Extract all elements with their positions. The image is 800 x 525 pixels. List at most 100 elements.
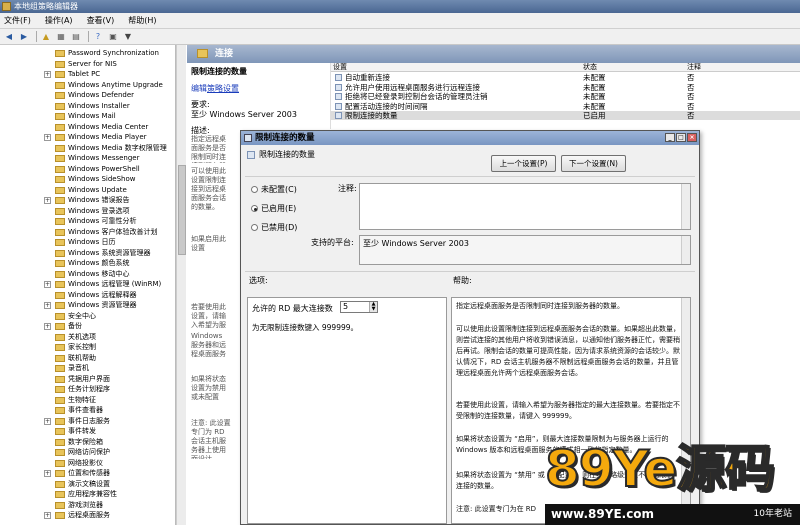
expand-icon[interactable]: + — [44, 134, 51, 141]
tree-item[interactable]: 任务计划程序 — [0, 384, 175, 395]
menu-help[interactable]: 帮助(H) — [128, 15, 156, 26]
radio-enabled[interactable]: 已启用(E) — [251, 204, 296, 214]
tree-item[interactable]: Windows Mail — [0, 111, 175, 122]
expand-icon[interactable]: + — [44, 302, 51, 309]
window-title: 本地组策略编辑器 — [14, 2, 78, 11]
tree-item[interactable]: Windows Anytime Upgrade — [0, 80, 175, 91]
tree-item[interactable]: + Windows 远程管理 (WinRM) — [0, 279, 175, 290]
previous-setting-button[interactable]: 上一个设置(P) — [491, 155, 556, 172]
expand-icon[interactable]: + — [44, 470, 51, 477]
tree-item[interactable]: 凭据用户界面 — [0, 374, 175, 385]
max-connections-spinbox[interactable]: 5 ▲ ▼ — [340, 301, 378, 313]
up-icon[interactable]: ▲ — [40, 31, 52, 42]
description-text: 指定远程桌面服务是否限制同时连接到服务器的数量。 — [191, 135, 226, 163]
folder-icon — [55, 113, 65, 120]
tree-item[interactable]: Windows Update — [0, 185, 175, 196]
tree-item[interactable]: 应用程序兼容性 — [0, 489, 175, 500]
tree-item[interactable]: Windows 远程解释器 — [0, 290, 175, 301]
expand-icon[interactable]: + — [44, 281, 51, 288]
tree-scrollbar-thumb[interactable] — [178, 165, 186, 255]
tree-item[interactable]: + Windows 资源管理器 — [0, 300, 175, 311]
back-icon[interactable]: ◀ — [3, 31, 15, 42]
tree-item[interactable]: 安全中心 — [0, 311, 175, 322]
maximize-icon[interactable]: □ — [676, 133, 686, 142]
tree-item[interactable]: 生物特征 — [0, 395, 175, 406]
spin-arrows-icon[interactable]: ▲ ▼ — [369, 302, 377, 312]
expand-icon[interactable]: + — [44, 512, 51, 519]
tree-item[interactable]: 演示文稿设置 — [0, 479, 175, 490]
tree-item[interactable]: Password Synchronization — [0, 48, 175, 59]
comment-textarea[interactable] — [359, 183, 691, 230]
tree-item[interactable]: 数字保险箱 — [0, 437, 175, 448]
comment-scrollbar[interactable] — [681, 184, 690, 229]
tree-item[interactable]: Windows PowerShell — [0, 164, 175, 175]
radio-not-configured[interactable]: 未配置(C) — [251, 185, 297, 195]
show-hide-tree-icon[interactable]: ▦ — [55, 31, 67, 42]
radio-dot — [251, 186, 258, 193]
tree-item[interactable]: 事件查看器 — [0, 405, 175, 416]
tree-item[interactable]: Windows 可靠性分析 — [0, 216, 175, 227]
tree-item[interactable]: + 事件日志服务 — [0, 416, 175, 427]
column-comment[interactable]: 注释 — [687, 63, 701, 72]
column-setting[interactable]: 设置 — [333, 63, 347, 72]
tree-item[interactable]: Windows 系统资源管理器 — [0, 248, 175, 259]
list-row[interactable]: 配置活动连接的时间间隔 未配置 否 — [331, 102, 800, 111]
properties-icon[interactable]: ▣ — [107, 31, 119, 42]
edit-policy-link[interactable]: 策略设置 — [207, 84, 239, 93]
expand-icon[interactable]: + — [44, 197, 51, 204]
menu-file[interactable]: 文件(F) — [4, 15, 31, 26]
supported-scrollbar[interactable] — [681, 236, 690, 264]
expand-icon[interactable]: + — [44, 71, 51, 78]
tree-item[interactable]: + Windows Media Player — [0, 132, 175, 143]
tree-item-label: Windows Installer — [68, 101, 130, 110]
tree-item[interactable]: Windows 颜色系统 — [0, 258, 175, 269]
expand-icon[interactable]: + — [44, 323, 51, 330]
close-icon[interactable]: × — [687, 133, 697, 142]
tree-item[interactable]: Windows Defender — [0, 90, 175, 101]
export-icon[interactable]: ▤ — [70, 31, 82, 42]
tree-item[interactable]: + 位置和传感器 — [0, 468, 175, 479]
tree-item[interactable]: Windows Media Center — [0, 122, 175, 133]
tree-item[interactable]: Windows SideShow — [0, 174, 175, 185]
tree-item[interactable]: 关机选项 — [0, 332, 175, 343]
list-row[interactable]: 自动重新连接 未配置 否 — [331, 73, 800, 82]
filter-icon[interactable]: ▼ — [122, 31, 134, 42]
tree-item[interactable]: Server for NIS — [0, 59, 175, 70]
tree-item[interactable]: 事件转发 — [0, 426, 175, 437]
expand-icon[interactable]: + — [44, 417, 51, 425]
tree-item[interactable]: Windows Media 数字权限管理 — [0, 143, 175, 154]
tree-item[interactable]: Windows 客户体验改善计划 — [0, 227, 175, 238]
tree-item[interactable]: Windows 登录选项 — [0, 206, 175, 217]
tree-item-label: Windows Media Player — [68, 133, 147, 141]
help-scrollbar[interactable] — [681, 298, 690, 523]
tree-item[interactable]: 家长控制 — [0, 342, 175, 353]
menu-view[interactable]: 查看(V) — [87, 15, 115, 26]
menu-action[interactable]: 操作(A) — [45, 15, 73, 26]
radio-disabled[interactable]: 已禁用(D) — [251, 223, 297, 233]
list-row[interactable]: 允许用户使用远程桌面服务进行远程连接 未配置 否 — [331, 83, 800, 92]
tree-scrollbar[interactable] — [176, 45, 186, 525]
setting-state: 未配置 — [583, 82, 606, 92]
list-row[interactable]: 拒绝将已经登录到控制台会话的管理员注销 未配置 否 — [331, 92, 800, 101]
tree-item[interactable]: + Tablet PC — [0, 69, 175, 80]
forward-icon[interactable]: ▶ — [18, 31, 30, 42]
tree-item[interactable]: Windows 日历 — [0, 237, 175, 248]
minimize-icon[interactable]: _ — [665, 133, 675, 142]
tree-item[interactable]: + 远程桌面服务 — [0, 510, 175, 521]
next-setting-button[interactable]: 下一个设置(N) — [561, 155, 626, 172]
tree-item[interactable]: Windows Messenger — [0, 153, 175, 164]
tree-item[interactable]: 网络投影仪 — [0, 458, 175, 469]
column-state[interactable]: 状态 — [583, 63, 597, 72]
tree-item[interactable]: 网络访问保护 — [0, 447, 175, 458]
tree-item[interactable]: Windows 移动中心 — [0, 269, 175, 280]
tree-item-label: 网络投影仪 — [68, 458, 103, 467]
tree-item[interactable]: 录音机 — [0, 363, 175, 374]
tree-item[interactable]: 联机帮助 — [0, 353, 175, 364]
tree-item[interactable]: + Windows 错误报告 — [0, 195, 175, 206]
tree-item[interactable]: + 备份 — [0, 321, 175, 332]
tree-item[interactable]: Windows Installer — [0, 101, 175, 112]
list-row[interactable]: 限制连接的数量 已启用 否 — [331, 111, 800, 120]
help-icon[interactable]: ? — [92, 31, 104, 42]
tree-item[interactable]: 游戏浏览器 — [0, 500, 175, 511]
navigation-tree[interactable]: Password Synchronization Server for NIS + T… — [0, 45, 176, 525]
